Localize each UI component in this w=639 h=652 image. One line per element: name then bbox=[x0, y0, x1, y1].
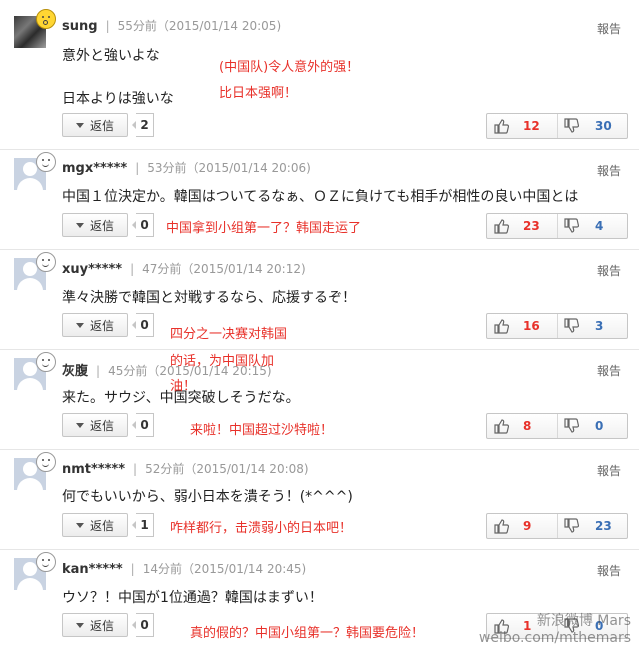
reply-button[interactable]: 返信 bbox=[62, 513, 128, 537]
vote-box: 8 0 bbox=[486, 413, 628, 439]
comment-text: 何でもいいから、弱小日本を潰そう！(*^^^) bbox=[62, 489, 353, 505]
thumbs-up-icon[interactable] bbox=[493, 218, 509, 234]
timestamp: 52分前（2015/01/14 20:08) bbox=[145, 462, 309, 476]
like-count: 9 bbox=[523, 519, 532, 533]
smile-emoji-icon bbox=[36, 552, 56, 572]
username[interactable]: kan***** bbox=[62, 562, 123, 577]
translation-annotation: 四分之一决赛对韩国 bbox=[170, 327, 288, 342]
timestamp: 14分前（2015/01/14 20:45) bbox=[142, 562, 307, 576]
translation-annotation: 真的假的？中国小组第一？韩国要危险！ bbox=[190, 626, 425, 641]
comment-item: mgx***** | 53分前（2015/01/14 20:06) 報告 中国１位決… bbox=[0, 150, 639, 250]
smile-emoji-icon bbox=[36, 252, 56, 272]
like-count: 12 bbox=[523, 119, 540, 133]
reply-button[interactable]: 返信 bbox=[62, 213, 128, 237]
surprised-emoji-icon bbox=[36, 9, 56, 29]
smile-emoji-icon bbox=[36, 352, 56, 372]
watermark-line1: 新浪微博 Mars bbox=[536, 613, 631, 629]
comment-item: nmt***** | 52分前（2015/01/14 20:08) 報告 何でもいい… bbox=[0, 450, 639, 550]
thumbs-up-icon[interactable] bbox=[493, 518, 509, 534]
report-link[interactable]: 報告 bbox=[597, 462, 621, 479]
comment-meta: sung | 55分前（2015/01/14 20:05) bbox=[62, 19, 282, 34]
username[interactable]: 灰腹 bbox=[62, 364, 88, 379]
chevron-down-icon bbox=[75, 422, 84, 428]
vote-box: 23 4 bbox=[486, 213, 628, 239]
thumbs-down-icon[interactable] bbox=[563, 318, 579, 334]
dislike-count: 30 bbox=[595, 119, 612, 133]
reply-count[interactable]: 0 bbox=[132, 313, 154, 337]
like-count: 8 bbox=[523, 419, 532, 433]
comment-text: 意外と強いよな bbox=[62, 48, 160, 64]
chevron-down-icon bbox=[75, 322, 84, 328]
dislike-count: 0 bbox=[595, 419, 604, 433]
reply-button[interactable]: 返信 bbox=[62, 313, 128, 337]
reply-count[interactable]: 2 bbox=[132, 113, 154, 137]
reply-count[interactable]: 0 bbox=[132, 213, 154, 237]
chevron-down-icon bbox=[75, 122, 84, 128]
timestamp: 55分前（2015/01/14 20:05) bbox=[117, 19, 282, 33]
username[interactable]: nmt***** bbox=[62, 462, 125, 477]
thumbs-up-icon[interactable] bbox=[493, 318, 509, 334]
reply-button[interactable]: 返信 bbox=[62, 113, 128, 137]
translation-annotation: 的话，为中国队加 bbox=[170, 354, 275, 369]
smile-emoji-icon bbox=[36, 152, 56, 172]
report-link[interactable]: 報告 bbox=[597, 162, 621, 179]
report-link[interactable]: 報告 bbox=[597, 562, 621, 579]
username[interactable]: xuy***** bbox=[62, 262, 122, 277]
username[interactable]: mgx***** bbox=[62, 161, 127, 176]
thumbs-down-icon[interactable] bbox=[563, 118, 579, 134]
timestamp: 47分前（2015/01/14 20:12) bbox=[142, 262, 306, 276]
comment-meta: nmt***** | 52分前（2015/01/14 20:08) bbox=[62, 462, 309, 477]
thumbs-down-icon[interactable] bbox=[563, 218, 579, 234]
report-link[interactable]: 報告 bbox=[597, 262, 621, 279]
timestamp: 53分前（2015/01/14 20:06) bbox=[147, 161, 311, 175]
chevron-down-icon bbox=[75, 222, 84, 228]
dislike-count: 23 bbox=[595, 519, 612, 533]
chevron-down-icon bbox=[75, 522, 84, 528]
smile-emoji-icon bbox=[36, 452, 56, 472]
like-count: 16 bbox=[523, 319, 540, 333]
like-count: 23 bbox=[523, 219, 540, 233]
thumbs-up-icon[interactable] bbox=[493, 418, 509, 434]
reply-count[interactable]: 1 bbox=[132, 513, 154, 537]
comment-text: ウソ？！中国が1位通過？韓国はまずい！ bbox=[62, 590, 323, 606]
thumbs-down-icon[interactable] bbox=[563, 418, 579, 434]
comment-meta: kan***** | 14分前（2015/01/14 20:45) bbox=[62, 562, 307, 577]
vote-box: 9 23 bbox=[486, 513, 628, 539]
reply-count[interactable]: 0 bbox=[132, 613, 154, 637]
thumbs-down-icon[interactable] bbox=[563, 518, 579, 534]
dislike-count: 3 bbox=[595, 319, 604, 333]
report-link[interactable]: 報告 bbox=[597, 20, 621, 37]
comment-text: 準々決勝で韓国と対戦するなら、応援するぞ！ bbox=[62, 290, 356, 306]
comment-item: sung | 55分前（2015/01/14 20:05) 報告 意外と強いよな 日… bbox=[0, 0, 639, 150]
translation-annotation: 来啦！中国超过沙特啦！ bbox=[190, 423, 334, 438]
vote-box: 16 3 bbox=[486, 313, 628, 339]
translation-annotation: 比日本强啊！ bbox=[219, 86, 298, 101]
username[interactable]: sung bbox=[62, 19, 98, 34]
translation-annotation: (中国队)令人意外的强！ bbox=[219, 60, 360, 75]
chevron-down-icon bbox=[75, 622, 84, 628]
watermark-line2: weibo.com/mthemars bbox=[478, 630, 631, 646]
reply-button[interactable]: 返信 bbox=[62, 613, 128, 637]
thumbs-up-icon[interactable] bbox=[493, 118, 509, 134]
comment-text: 中国１位決定か。韓国はついてるなぁ、ＯＺに負けても相手が相性の良い中国とは bbox=[62, 189, 579, 205]
translation-annotation: 咋样都行，击溃弱小的日本吧！ bbox=[170, 521, 353, 536]
translation-annotation: 中国拿到小组第一了？韩国走运了 bbox=[166, 221, 362, 236]
comment-meta: mgx***** | 53分前（2015/01/14 20:06) bbox=[62, 161, 311, 176]
comment-item: 灰腹 | 45分前（2015/01/14 20:15) 報告 来た。サウジ、中国突破… bbox=[0, 350, 639, 450]
vote-box: 12 30 bbox=[486, 113, 628, 139]
comment-item: xuy***** | 47分前（2015/01/14 20:12) 報告 準々決勝で… bbox=[0, 250, 639, 350]
reply-count[interactable]: 0 bbox=[132, 413, 154, 437]
report-link[interactable]: 報告 bbox=[597, 362, 621, 379]
dislike-count: 4 bbox=[595, 219, 604, 233]
comment-text: 日本よりは強いな bbox=[62, 91, 174, 107]
reply-button[interactable]: 返信 bbox=[62, 413, 128, 437]
comment-meta: xuy***** | 47分前（2015/01/14 20:12) bbox=[62, 262, 306, 277]
translation-annotation: 油！ bbox=[170, 379, 197, 394]
